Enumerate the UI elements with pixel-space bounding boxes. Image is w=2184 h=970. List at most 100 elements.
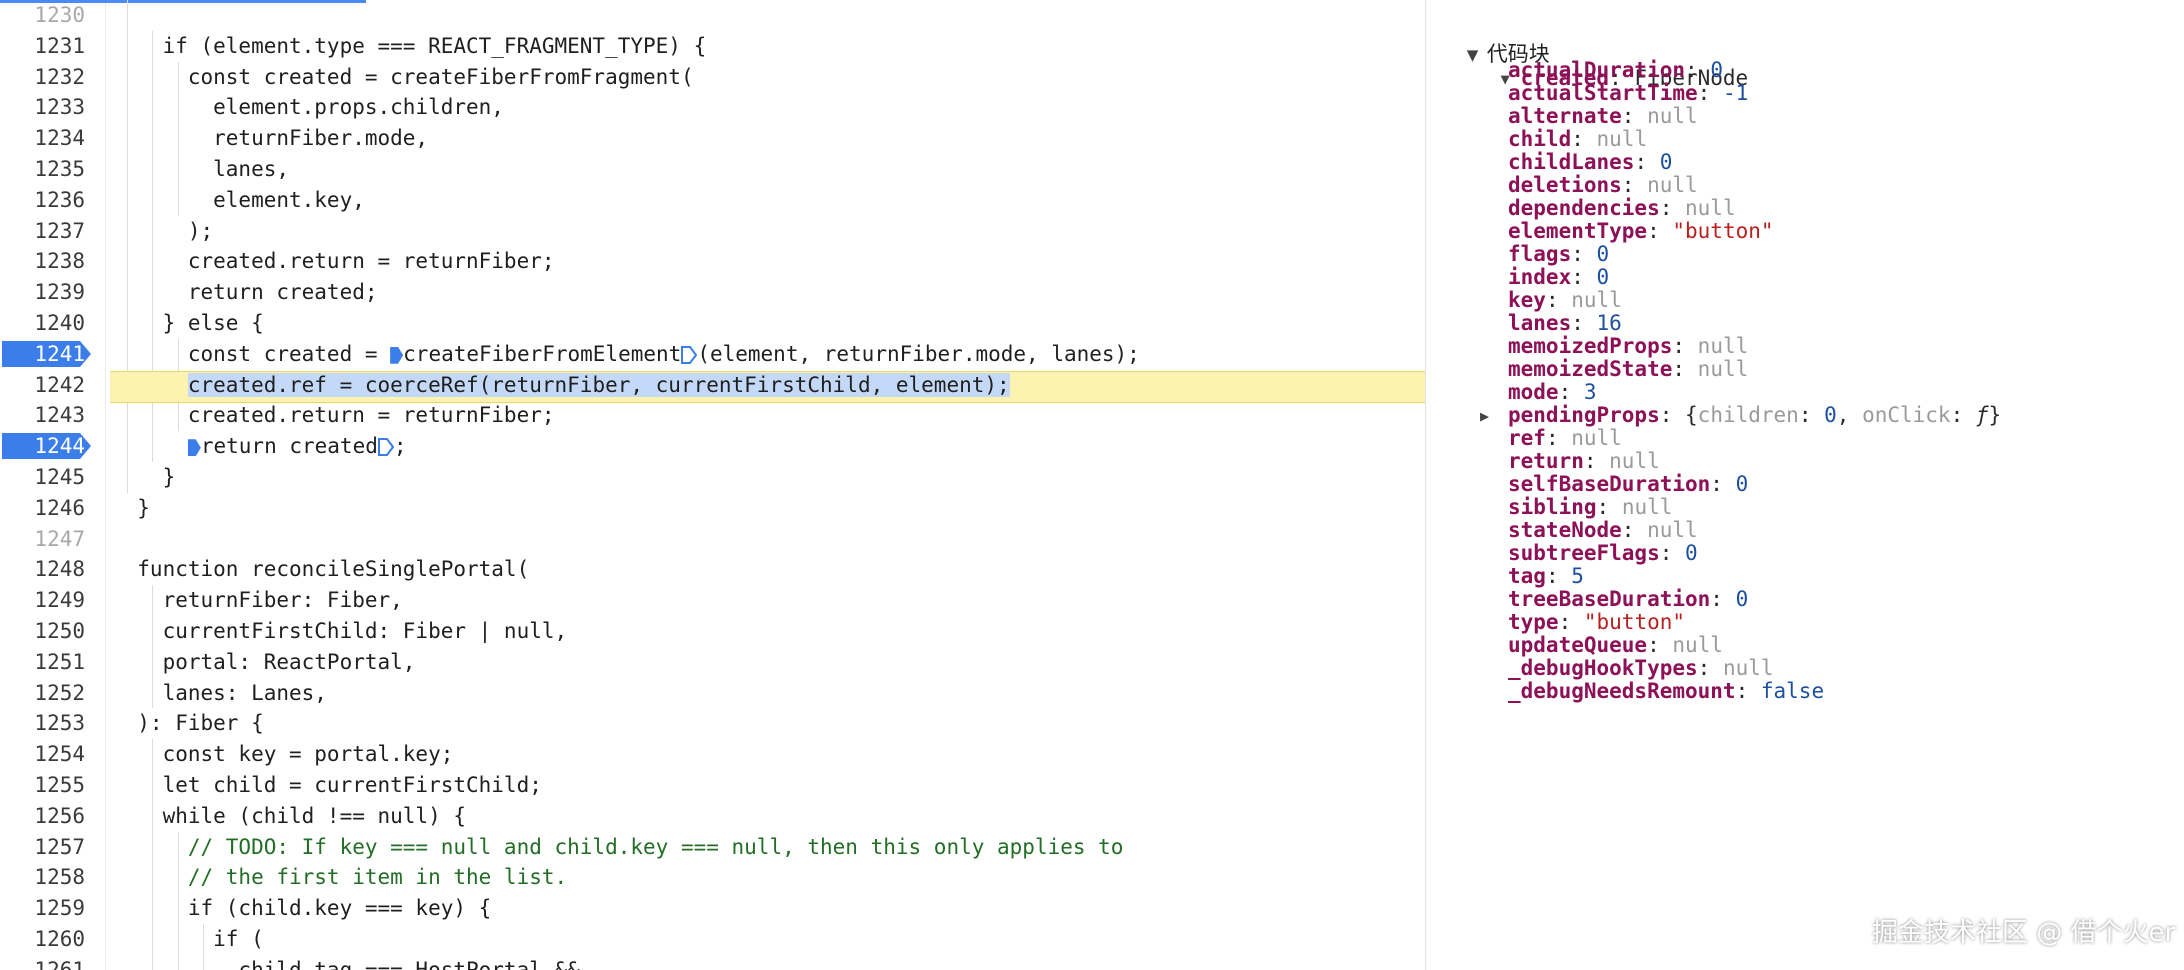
code-line[interactable]: 1253 ): Fiber { — [0, 708, 1425, 739]
code-line[interactable]: 1251 portal: ReactPortal, — [0, 647, 1425, 678]
line-number[interactable]: 1256 — [0, 801, 85, 831]
code-line[interactable]: 1231 if (element.type === REACT_FRAGMENT… — [0, 31, 1425, 62]
code-line[interactable]: 1237 ); — [0, 216, 1425, 247]
line-number[interactable]: 1251 — [0, 647, 85, 677]
code-line[interactable]: 1239 return created; — [0, 277, 1425, 308]
line-number[interactable]: 1259 — [0, 893, 85, 923]
code-line[interactable]: 1260 if ( — [0, 924, 1425, 955]
code-text: ); — [112, 218, 214, 243]
line-number[interactable]: 1249 — [0, 585, 85, 615]
code-line[interactable]: 1252 lanes: Lanes, — [0, 678, 1425, 709]
code-line[interactable]: 1258 // the first item in the list. — [0, 862, 1425, 893]
code-line[interactable]: 1250 currentFirstChild: Fiber | null, — [0, 616, 1425, 647]
code-text: while (child !== null) { — [112, 803, 467, 828]
line-number[interactable]: 1258 — [0, 862, 85, 892]
colon: : — [1659, 541, 1686, 565]
code-line[interactable]: 1236 element.key, — [0, 185, 1425, 216]
line-number[interactable]: 1240 — [0, 308, 85, 338]
code-line[interactable]: 1248 function reconcileSinglePortal( — [0, 554, 1425, 585]
line-number[interactable]: 1254 — [0, 739, 85, 769]
line-number[interactable]: 1257 — [0, 832, 85, 862]
code-text: // TODO: If key === null and child.key =… — [112, 834, 1124, 859]
code-text: function reconcileSinglePortal( — [112, 557, 530, 582]
code-line[interactable]: 1240 } else { — [0, 308, 1425, 339]
code-line[interactable]: 1249 returnFiber: Fiber, — [0, 585, 1425, 616]
inline-breakpoint-outline-icon[interactable] — [681, 345, 698, 364]
code-fragment: return created — [200, 434, 378, 459]
line-number[interactable]: 1230 — [0, 0, 85, 30]
colon: : — [1672, 357, 1698, 381]
property-value: 0 — [1735, 472, 1749, 496]
code-text: created.return = returnFiber; — [112, 249, 555, 274]
line-number[interactable]: 1245 — [0, 462, 85, 492]
code-line[interactable]: 1245 } — [0, 462, 1425, 493]
code-line[interactable]: 1244 return created; — [0, 431, 1425, 462]
source-editor[interactable]: 1230 1231 if (element.type === REACT_FRAG… — [0, 0, 1425, 970]
code-text: // the first item in the list. — [112, 865, 568, 890]
code-text: const created = createFiberFromFragment( — [112, 64, 694, 89]
property-value: -1 — [1722, 81, 1749, 105]
code-text: let child = currentFirstChild; — [112, 773, 542, 797]
line-number[interactable]: 1261 — [0, 955, 85, 970]
code-line[interactable]: 1234 returnFiber.mode, — [0, 123, 1425, 154]
inline-breakpoint-outline-icon[interactable] — [377, 438, 394, 457]
code-line[interactable]: 1238 created.return = returnFiber; — [0, 246, 1425, 277]
selected-expression[interactable]: created.ref = coerceRef(returnFiber, cur… — [187, 372, 1010, 397]
line-number[interactable]: 1260 — [0, 924, 85, 954]
property-value: "button" — [1672, 219, 1774, 243]
colon: : — [1735, 679, 1761, 703]
line-number[interactable]: 1250 — [0, 616, 85, 646]
code-line[interactable]: 1235 lanes, — [0, 154, 1425, 185]
line-number[interactable]: 1244 — [0, 431, 85, 461]
code-line[interactable]: 1256 while (child !== null) { — [0, 801, 1425, 832]
line-number[interactable]: 1241 — [0, 339, 85, 369]
code-line[interactable]: 1243 created.return = returnFiber; — [0, 400, 1425, 431]
code-text: returnFiber: Fiber, — [112, 588, 403, 613]
line-number[interactable]: 1247 — [0, 524, 85, 554]
line-number[interactable]: 1243 — [0, 400, 85, 430]
line-number[interactable]: 1231 — [0, 31, 85, 61]
line-number[interactable]: 1233 — [0, 92, 85, 122]
code-text: currentFirstChild: Fiber | null, — [112, 619, 568, 643]
property-value: 0 — [1685, 541, 1698, 565]
line-number[interactable]: 1235 — [0, 154, 85, 184]
code-line[interactable]: 1242 created.ref = coerceRef(returnFiber… — [0, 370, 1425, 401]
watermark: 掘金技术社区 @ 借个火er — [1872, 918, 2176, 948]
code-text: return created; — [112, 431, 407, 462]
inline-breakpoint-icon[interactable] — [390, 346, 404, 364]
line-number[interactable]: 1242 — [0, 370, 85, 400]
code-line[interactable]: 1259 if (child.key === key) { — [0, 893, 1425, 924]
code-line[interactable]: 1261 child.tag === HostPortal && — [0, 955, 1425, 970]
code-line[interactable]: 1247 — [0, 524, 1425, 555]
code-line[interactable]: 1255 let child = currentFirstChild; — [0, 770, 1425, 801]
line-number[interactable]: 1255 — [0, 770, 85, 800]
line-number[interactable]: 1248 — [0, 554, 85, 584]
line-number[interactable]: 1246 — [0, 493, 85, 523]
scope-property-row[interactable]: _debugNeedsRemount: false — [1508, 675, 1824, 707]
code-line[interactable]: 1232 const created = createFiberFromFrag… — [0, 62, 1425, 93]
line-number[interactable]: 1237 — [0, 216, 85, 246]
line-number[interactable]: 1236 — [0, 185, 85, 215]
line-number[interactable]: 1238 — [0, 246, 85, 276]
colon: : — [1647, 219, 1673, 243]
code-fragment: (element, returnFiber.mode, lanes); — [697, 341, 1140, 366]
code-line[interactable]: 1246 } — [0, 493, 1425, 524]
line-number[interactable]: 1234 — [0, 123, 85, 153]
inline-breakpoint-icon[interactable] — [187, 439, 201, 457]
code-text: lanes, — [112, 157, 290, 181]
code-line[interactable]: 1257 // TODO: If key === null and child.… — [0, 832, 1425, 863]
code-line[interactable]: 1241 const created = createFiberFromElem… — [0, 339, 1425, 370]
code-line[interactable]: 1230 — [0, 0, 1425, 31]
line-number[interactable]: 1252 — [0, 678, 85, 708]
line-number[interactable]: 1253 — [0, 708, 85, 738]
line-number[interactable]: 1232 — [0, 62, 85, 92]
code-line[interactable]: 1233 element.props.children, — [0, 92, 1425, 123]
code-text: element.props.children, — [112, 95, 504, 120]
expand-triangle-icon[interactable]: ▶ — [1480, 400, 1508, 432]
line-number[interactable]: 1239 — [0, 277, 85, 307]
code-line[interactable]: 1254 const key = portal.key; — [0, 739, 1425, 770]
code-text: } — [112, 465, 176, 489]
code-text: created.ref = coerceRef(returnFiber, cur… — [112, 370, 1010, 401]
code-fragment: const created = — [112, 341, 391, 366]
